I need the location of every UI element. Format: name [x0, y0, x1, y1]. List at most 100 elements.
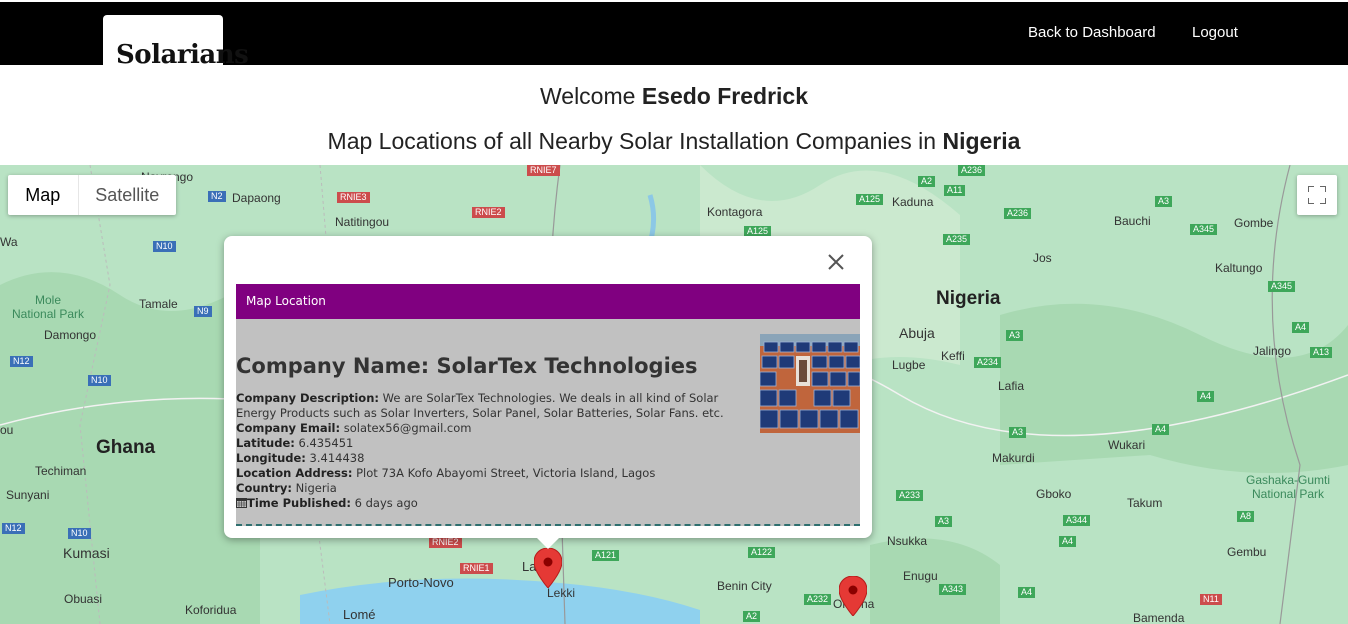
map-city-label: Gembu — [1227, 545, 1267, 559]
road-shield: A3 — [1155, 196, 1173, 207]
detail-label: Latitude: — [236, 436, 295, 450]
page-subtitle: Map Locations of all Nearby Solar Instal… — [0, 128, 1348, 155]
subtitle-country: Nigeria — [942, 128, 1021, 154]
welcome-heading: Welcome Esedo Fredrick — [0, 83, 1348, 110]
map-city-label: Nsukka — [887, 534, 928, 548]
road-shield: N12 — [2, 523, 25, 534]
road-shield: RNIE2 — [429, 537, 462, 548]
map-city-label: Sunyani — [6, 488, 50, 502]
map-city-label: Kaltungo — [1215, 261, 1263, 275]
welcome-prefix: Welcome — [539, 83, 642, 109]
detail-value: solatex56@gmail.com — [340, 421, 472, 435]
road-shield: A13 — [1310, 347, 1333, 358]
map-city-label: Wukari — [1108, 438, 1146, 452]
detail-value: Nigeria — [291, 481, 337, 495]
road-shield: A3 — [1009, 427, 1027, 438]
map-type-control: Map Satellite — [8, 175, 176, 215]
detail-value: 3.414438 — [305, 451, 365, 465]
road-shield: A3 — [935, 516, 953, 527]
company-name: Company Name: SolarTex Technologies — [236, 354, 698, 378]
map-city-label: Dapaong — [232, 191, 281, 205]
detail-time-published: Time Published: 6 days ago — [236, 496, 751, 511]
road-shield: A233 — [896, 490, 924, 501]
road-shield: A236 — [1004, 208, 1032, 219]
fullscreen-button[interactable] — [1297, 175, 1337, 215]
detail-country: Country: Nigeria — [236, 481, 751, 496]
company-solar-panel-image — [760, 334, 860, 433]
detail-latitude: Latitude: 6.435451 — [236, 436, 751, 451]
close-info-window-button[interactable] — [822, 248, 850, 276]
map-city-label: Bamenda — [1133, 611, 1185, 624]
road-shield: A2 — [918, 176, 936, 187]
road-shield: A236 — [958, 165, 986, 176]
detail-value: 6 days ago — [350, 496, 418, 510]
logout-link[interactable]: Logout — [1192, 24, 1238, 41]
map-city-label: Lafia — [998, 379, 1025, 393]
info-window-header: Map Location — [236, 284, 860, 319]
user-name: Esedo Fredrick — [641, 83, 808, 109]
logo[interactable]: Solarians — [116, 40, 249, 70]
map-city-label: Enugu — [903, 569, 938, 583]
road-shield: A121 — [592, 550, 620, 561]
map-marker-lagos[interactable] — [534, 548, 562, 588]
map-city-label: Takum — [1127, 496, 1163, 510]
road-shield: N11 — [1200, 594, 1222, 605]
map-city-label: Benin City — [717, 579, 772, 593]
map-city-label: Lomé — [343, 607, 376, 622]
map-city-label: Koforidua — [185, 603, 237, 617]
detail-value: Plot 73A Kofo Abayomi Street, Victoria I… — [352, 466, 656, 480]
road-shield: A234 — [974, 357, 1002, 368]
detail-value: 6.435451 — [294, 436, 354, 450]
fullscreen-icon — [1308, 186, 1326, 204]
map-city-label: Lugbe — [892, 358, 926, 372]
detail-label: Time Published: — [247, 496, 351, 510]
map-city-label: Wa — [0, 235, 18, 249]
road-shield: N10 — [68, 528, 91, 539]
road-shield: N12 — [10, 356, 33, 367]
map-city-label: Jalingo — [1253, 344, 1292, 358]
map-city-label: Keffi — [941, 349, 965, 363]
road-shield: A235 — [943, 234, 971, 245]
detail-email: Company Email: solatex56@gmail.com — [236, 421, 751, 436]
close-icon — [828, 254, 844, 270]
map-city-label: Natitingou — [335, 215, 390, 229]
back-to-dashboard-link[interactable]: Back to Dashboard — [1028, 24, 1156, 41]
map-city-label: Tamale — [139, 297, 178, 311]
map-city-label: Gombe — [1234, 216, 1274, 230]
road-shield: A125 — [856, 194, 884, 205]
road-shield: A232 — [804, 594, 832, 605]
detail-address: Location Address: Plot 73A Kofo Abayomi … — [236, 466, 751, 481]
road-shield: N9 — [194, 306, 212, 317]
map-view-button[interactable]: Map — [8, 175, 79, 215]
map-city-label: Makurdi — [992, 451, 1035, 465]
road-shield: N2 — [208, 191, 226, 202]
road-shield: A11 — [944, 185, 966, 196]
road-shield: A343 — [939, 584, 967, 595]
company-details: Company Description: We are SolarTex Tec… — [236, 391, 751, 511]
detail-description: Company Description: We are SolarTex Tec… — [236, 391, 751, 421]
road-shield: A345 — [1268, 281, 1296, 292]
map-city-label: ou — [0, 423, 14, 437]
detail-label: Country: — [236, 481, 292, 495]
map-city-label: Lekki — [547, 586, 576, 600]
map-city-label: Porto-Novo — [388, 575, 454, 590]
detail-label: Company Description: — [236, 391, 379, 405]
map-city-label: Gboko — [1036, 487, 1072, 501]
map-city-label: Damongo — [44, 328, 97, 342]
map-city-label: Jos — [1033, 251, 1052, 265]
map-city-label: Kaduna — [892, 195, 934, 209]
map-country-label: Ghana — [96, 437, 156, 458]
map-marker-onitsha[interactable] — [839, 576, 867, 616]
map-city-label: Obuasi — [64, 592, 103, 606]
road-shield: N10 — [153, 241, 176, 252]
map-city-label: Kumasi — [63, 545, 110, 561]
road-shield: RNIE2 — [472, 207, 505, 218]
road-shield: RNIE1 — [460, 563, 493, 574]
road-shield: A8 — [1237, 511, 1255, 522]
calendar-icon — [236, 498, 247, 508]
subtitle-prefix: Map Locations of all Nearby Solar Instal… — [327, 128, 943, 154]
road-shield: RNIE7 — [527, 165, 560, 176]
satellite-view-button[interactable]: Satellite — [79, 175, 176, 215]
road-shield: A344 — [1063, 515, 1091, 526]
detail-label: Location Address: — [236, 466, 353, 480]
